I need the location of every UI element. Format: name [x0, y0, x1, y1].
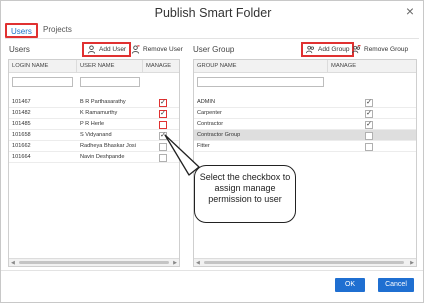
remove-group-icon: [352, 45, 361, 54]
tabs-divider: [5, 38, 419, 39]
scroll-right-icon[interactable]: ▶: [173, 259, 177, 267]
cancel-button[interactable]: Cancel: [378, 278, 414, 292]
users-filter-row: [9, 74, 179, 90]
table-row[interactable]: Contractor ✓: [194, 119, 416, 130]
add-group-label: Add Group: [318, 46, 350, 53]
login-name-cell: 101662: [12, 143, 31, 149]
login-name-cell: 101467: [12, 99, 31, 105]
remove-user-button[interactable]: Remove User: [131, 45, 183, 54]
remove-user-label: Remove User: [143, 46, 183, 53]
manage-checkbox[interactable]: ✓: [159, 109, 167, 118]
login-name-filter-input[interactable]: [12, 77, 73, 87]
users-grid-header: LOGIN NAME USER NAME MANAGE: [9, 60, 179, 73]
scroll-right-icon[interactable]: ▶: [410, 259, 414, 267]
close-icon[interactable]: ×: [406, 4, 414, 18]
check-icon: ✓: [160, 98, 166, 106]
scroll-left-icon[interactable]: ◀: [196, 259, 200, 267]
table-row[interactable]: 101482 K Ramamurthy ✓: [9, 108, 179, 119]
table-row[interactable]: 101467 B R Parthasarathy ✓: [9, 97, 179, 108]
group-manage-checkbox[interactable]: ✓: [365, 109, 373, 118]
user-name-cell: S Vidyanand: [80, 132, 112, 138]
callout-bubble: Select the checkbox to assign manage per…: [194, 165, 296, 223]
remove-group-label: Remove Group: [364, 46, 409, 53]
user-name-cell: Navin Deshpande: [80, 154, 125, 160]
check-icon: ✓: [366, 120, 372, 128]
add-group-button[interactable]: Add Group: [301, 42, 355, 57]
group-manage-checkbox[interactable]: ✓: [365, 98, 373, 107]
group-manage-checkbox[interactable]: ✓: [365, 120, 373, 129]
check-icon: ✓: [366, 109, 372, 117]
group-name-cell: Carpenter: [197, 110, 222, 116]
column-header-login-name[interactable]: LOGIN NAME: [9, 60, 77, 73]
dialog-title: Publish Smart Folder: [154, 6, 272, 20]
login-name-cell: 101658: [12, 132, 31, 138]
tab-projects[interactable]: Projects: [39, 23, 76, 38]
scrollbar-thumb[interactable]: [204, 261, 404, 264]
table-row[interactable]: 101664 Navin Deshpande: [9, 152, 179, 163]
footer-divider: [1, 270, 423, 271]
table-row[interactable]: 101485 P R Herle: [9, 119, 179, 130]
group-grid-header: GROUP NAME MANAGE: [194, 60, 416, 73]
column-header-manage[interactable]: MANAGE: [143, 60, 179, 73]
table-row[interactable]: ADMIN ✓: [194, 97, 416, 108]
column-header-group-name[interactable]: GROUP NAME: [194, 60, 328, 73]
manage-checkbox[interactable]: [159, 120, 167, 129]
group-name-filter-input[interactable]: [197, 77, 324, 87]
group-filter-row: [194, 74, 416, 90]
add-group-icon: [306, 45, 314, 54]
group-name-cell: Contractor Group: [197, 132, 241, 138]
group-name-cell: ADMIN: [197, 99, 216, 105]
add-user-label: Add User: [99, 46, 127, 53]
user-name-cell: K Ramamurthy: [80, 110, 118, 116]
table-row[interactable]: 101662 Radheya Bhaskar Josi: [9, 141, 179, 152]
table-row[interactable]: Carpenter ✓: [194, 108, 416, 119]
scrollbar-thumb[interactable]: [19, 261, 169, 264]
column-header-user-name[interactable]: USER NAME: [77, 60, 143, 73]
user-name-cell: Radheya Bhaskar Josi: [80, 143, 136, 149]
group-name-cell: Fitter: [197, 143, 210, 149]
user-name-cell: B R Parthasarathy: [80, 99, 126, 105]
group-manage-checkbox[interactable]: [365, 131, 373, 140]
login-name-cell: 101485: [12, 121, 31, 127]
users-section-title: Users: [9, 45, 30, 54]
column-header-group-manage[interactable]: MANAGE: [328, 60, 416, 73]
manage-checkbox[interactable]: ✓: [159, 98, 167, 107]
tab-users[interactable]: Users: [5, 23, 38, 38]
group-manage-checkbox[interactable]: [365, 142, 373, 151]
user-name-cell: P R Herle: [80, 121, 105, 127]
user-name-filter-input[interactable]: [80, 77, 140, 87]
login-name-cell: 101664: [12, 154, 31, 160]
group-name-cell: Contractor: [197, 121, 224, 127]
check-icon: ✓: [366, 98, 372, 106]
groups-horizontal-scrollbar[interactable]: ◀ ▶: [194, 258, 416, 266]
table-row-selected[interactable]: Contractor Group: [194, 130, 416, 141]
add-user-icon: [87, 45, 96, 54]
scroll-left-icon[interactable]: ◀: [11, 259, 15, 267]
user-group-section-title: User Group: [193, 45, 235, 54]
check-icon: ✓: [160, 109, 166, 117]
remove-group-button[interactable]: Remove Group: [352, 45, 408, 54]
user-group-grid: GROUP NAME MANAGE ADMIN ✓ Carpenter ✓ Co…: [193, 59, 417, 267]
users-grid: LOGIN NAME USER NAME MANAGE 101467 B R P…: [8, 59, 180, 267]
table-row[interactable]: Fitter: [194, 141, 416, 152]
remove-user-icon: [131, 45, 140, 54]
login-name-cell: 101482: [12, 110, 31, 116]
add-user-button[interactable]: Add User: [82, 42, 132, 57]
ok-button[interactable]: OK: [335, 278, 365, 292]
publish-smart-folder-dialog: Publish Smart Folder × Users Projects Us…: [0, 0, 424, 303]
table-row[interactable]: 101658 S Vidyanand ✓: [9, 130, 179, 141]
users-horizontal-scrollbar[interactable]: ◀ ▶: [9, 258, 179, 266]
